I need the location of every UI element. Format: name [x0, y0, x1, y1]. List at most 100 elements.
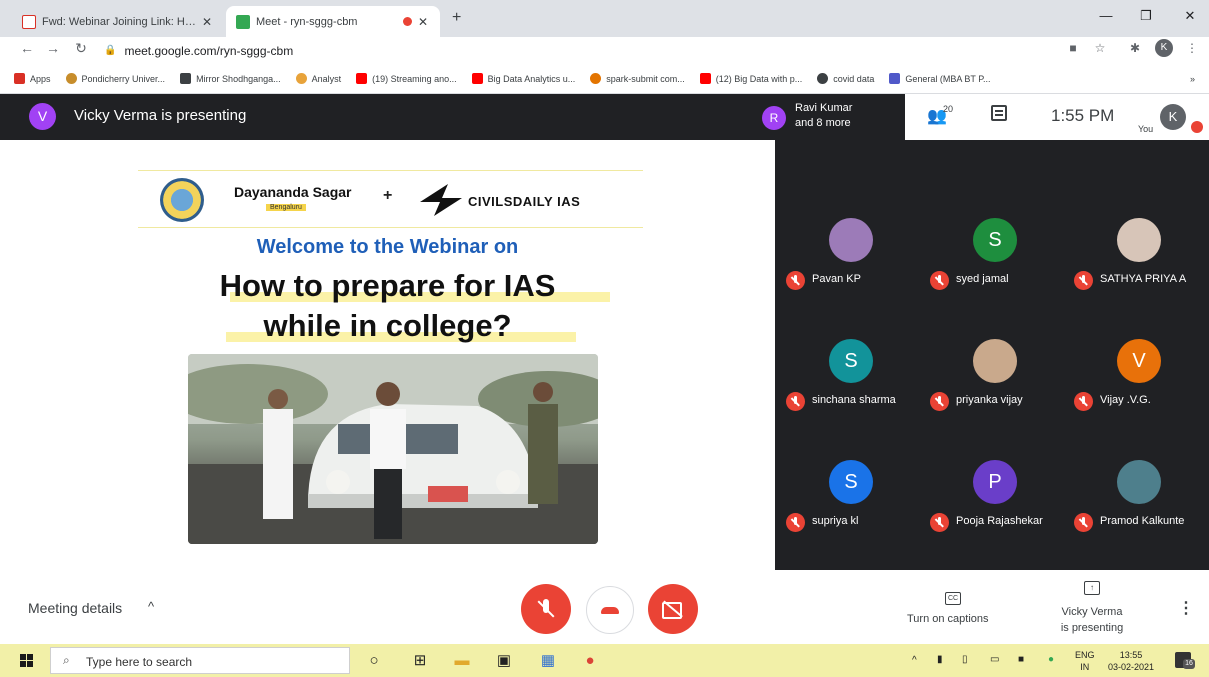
muted-mic-icon — [786, 271, 805, 290]
meeting-clock: 1:55 PM — [1051, 106, 1115, 125]
taskbar-search-placeholder: Type here to search — [86, 655, 193, 669]
restore-icon[interactable]: ❐ — [1128, 8, 1164, 24]
participant-tile[interactable]: priyanka vijay — [925, 329, 1065, 429]
cortana-icon[interactable]: ○ — [364, 651, 384, 671]
youtube-icon — [356, 73, 368, 84]
bookmark-spark-submit[interactable]: spark-submit com... — [590, 73, 685, 84]
muted-mic-icon — [930, 513, 949, 532]
chrome-menu-icon[interactable]: ⋮ — [1182, 41, 1202, 55]
browser-tab-strip: Fwd: Webinar Joining Link: How t ✕ Meet … — [0, 0, 1209, 37]
meeting-details-button[interactable]: Meeting details — [28, 600, 122, 616]
bookmark-covid-data[interactable]: covid data — [817, 73, 874, 84]
taskbar-search[interactable]: ⌕ Type here to search — [50, 647, 350, 674]
camera-toggle-button[interactable] — [648, 584, 698, 634]
participant-tile[interactable]: Pramod Kalkunte — [1069, 450, 1209, 550]
tab-close-icon[interactable]: ✕ — [416, 15, 430, 29]
participant-name: Pramod Kalkunte — [1100, 515, 1185, 527]
youtube-icon — [471, 73, 483, 84]
participant-tile[interactable]: S supriya kl — [781, 450, 921, 550]
tray-pen-icon[interactable]: ▮ — [937, 654, 943, 665]
bookmark-streaming[interactable]: (19) Streaming ano... — [356, 73, 457, 84]
tab-close-icon[interactable]: ✕ — [200, 15, 214, 29]
bookmark-big-data-analytics[interactable]: Big Data Analytics u... — [471, 73, 575, 84]
bookmark-apps[interactable]: Apps — [14, 73, 51, 84]
browser-toolbar: ← → ↻ 🔒 meet.google.com/ryn-sggg-cbm ■ ☆… — [0, 37, 1209, 64]
windows-taskbar: ⌕ Type here to search ○ ⊞ ▬ ▣ ▦ ● ^ ▮ ▯ … — [0, 644, 1209, 677]
youtube-icon — [699, 73, 711, 84]
tray-network-icon[interactable]: ▭ — [990, 654, 999, 665]
self-muted-icon — [1191, 121, 1203, 133]
photos-icon[interactable]: ▦ — [538, 651, 558, 671]
bookmark-general-mba[interactable]: General (MBA BT P... — [889, 73, 991, 84]
tray-status-icon[interactable]: ● — [1048, 654, 1054, 665]
bookmark-pondicherry[interactable]: Pondicherry Univer... — [65, 73, 165, 84]
pinned-participant-label[interactable]: Ravi Kumar and 8 more — [795, 101, 852, 131]
clock-date: 03-02-2021 — [1108, 662, 1155, 672]
meet-header-panel: 👥 20 1:55 PM You K — [905, 94, 1209, 140]
civilsdaily-logo-icon — [420, 184, 462, 216]
chat-icon[interactable] — [991, 105, 1007, 121]
mic-toggle-button[interactable] — [521, 584, 571, 634]
chrome-icon[interactable]: ● — [580, 651, 600, 671]
present-screen-icon[interactable]: ↑ — [1084, 581, 1100, 595]
captions-button-label[interactable]: Turn on captions — [907, 613, 989, 625]
self-avatar[interactable]: K — [1160, 104, 1186, 130]
participant-tile[interactable]: S sinchana sharma — [781, 329, 921, 429]
pinned-participant-avatar[interactable]: R — [762, 106, 786, 130]
globe-icon — [817, 73, 829, 84]
minimize-icon[interactable]: — — [1088, 8, 1124, 23]
bookmarks-bar: Apps Pondicherry Univer... Mirror Shodhg… — [0, 64, 1209, 94]
participant-tile[interactable]: V Vijay .V.G. — [1069, 329, 1209, 429]
participant-tile[interactable]: Pavan KP — [781, 208, 921, 308]
participant-name: syed jamal — [956, 273, 1009, 285]
reload-icon[interactable]: ↻ — [70, 40, 92, 57]
participant-tile[interactable]: P Pooja Rajashekar — [925, 450, 1065, 550]
bookmark-analyst[interactable]: Analyst — [295, 73, 341, 84]
chevron-up-icon[interactable]: ^ — [148, 599, 154, 614]
new-tab-button[interactable]: + — [452, 9, 461, 27]
close-window-icon[interactable]: ✕ — [1172, 8, 1208, 24]
participant-tile[interactable]: S syed jamal — [925, 208, 1065, 308]
ambassador-car-photo — [188, 354, 598, 544]
file-explorer-icon[interactable]: ▬ — [452, 651, 472, 671]
present-button-label[interactable]: Vicky Verma is presenting — [1052, 604, 1132, 636]
browser-profile-avatar[interactable]: K — [1155, 39, 1173, 57]
spark-icon — [590, 73, 602, 84]
back-icon[interactable]: ← — [16, 40, 38, 56]
lang-line1: ENG — [1075, 650, 1095, 660]
participant-name: sinchana sharma — [812, 394, 896, 406]
slide-headline-line2: while in college? — [263, 308, 512, 343]
participant-name: Pooja Rajashekar — [956, 515, 1043, 527]
muted-mic-icon — [930, 271, 949, 290]
address-bar[interactable]: 🔒 meet.google.com/ryn-sggg-cbm — [104, 39, 1044, 62]
bookmark-star-icon[interactable]: ☆ — [1090, 41, 1110, 55]
slide-photo — [188, 354, 598, 544]
tray-volume-icon[interactable]: ■ — [1018, 654, 1024, 665]
bookmarks-overflow-button[interactable]: » — [1190, 74, 1195, 84]
more-options-icon[interactable]: ⋮ — [1178, 598, 1194, 618]
leave-call-button[interactable] — [586, 586, 634, 634]
lock-icon: 🔒 — [104, 45, 117, 56]
forward-icon[interactable]: → — [42, 40, 64, 56]
taskbar-clock[interactable]: 13:55 03-02-2021 — [1108, 649, 1154, 673]
tab-meet[interactable]: Meet - ryn-sggg-cbm ✕ — [226, 6, 440, 37]
apps-grid-icon — [14, 73, 25, 84]
captions-icon[interactable]: CC — [945, 592, 961, 605]
participant-name: supriya kl — [812, 515, 859, 527]
tab-gmail[interactable]: Fwd: Webinar Joining Link: How t ✕ — [12, 6, 224, 37]
bookmark-big-data-with-p[interactable]: (12) Big Data with p... — [699, 73, 802, 84]
present-label-line2: is presenting — [1060, 622, 1124, 634]
tray-overflow-icon[interactable]: ^ — [912, 655, 917, 666]
windows-start-icon[interactable] — [20, 654, 34, 668]
bookmark-shodhganga[interactable]: Mirror Shodhganga... — [180, 73, 281, 84]
store-icon[interactable]: ▣ — [494, 651, 514, 671]
language-indicator[interactable]: ENG IN — [1075, 649, 1095, 673]
extensions-icon[interactable]: ✱ — [1125, 41, 1145, 55]
participant-tile[interactable]: SATHYA PRIYA A — [1069, 208, 1209, 308]
task-view-icon[interactable]: ⊞ — [410, 651, 430, 671]
participant-name: Pavan KP — [812, 273, 861, 285]
camera-indicator-icon[interactable]: ■ — [1063, 41, 1083, 55]
notification-count: 16 — [1183, 659, 1195, 669]
meet-header: V Vicky Verma is presenting R Ravi Kumar… — [0, 94, 1209, 140]
tray-battery-icon[interactable]: ▯ — [962, 654, 968, 665]
